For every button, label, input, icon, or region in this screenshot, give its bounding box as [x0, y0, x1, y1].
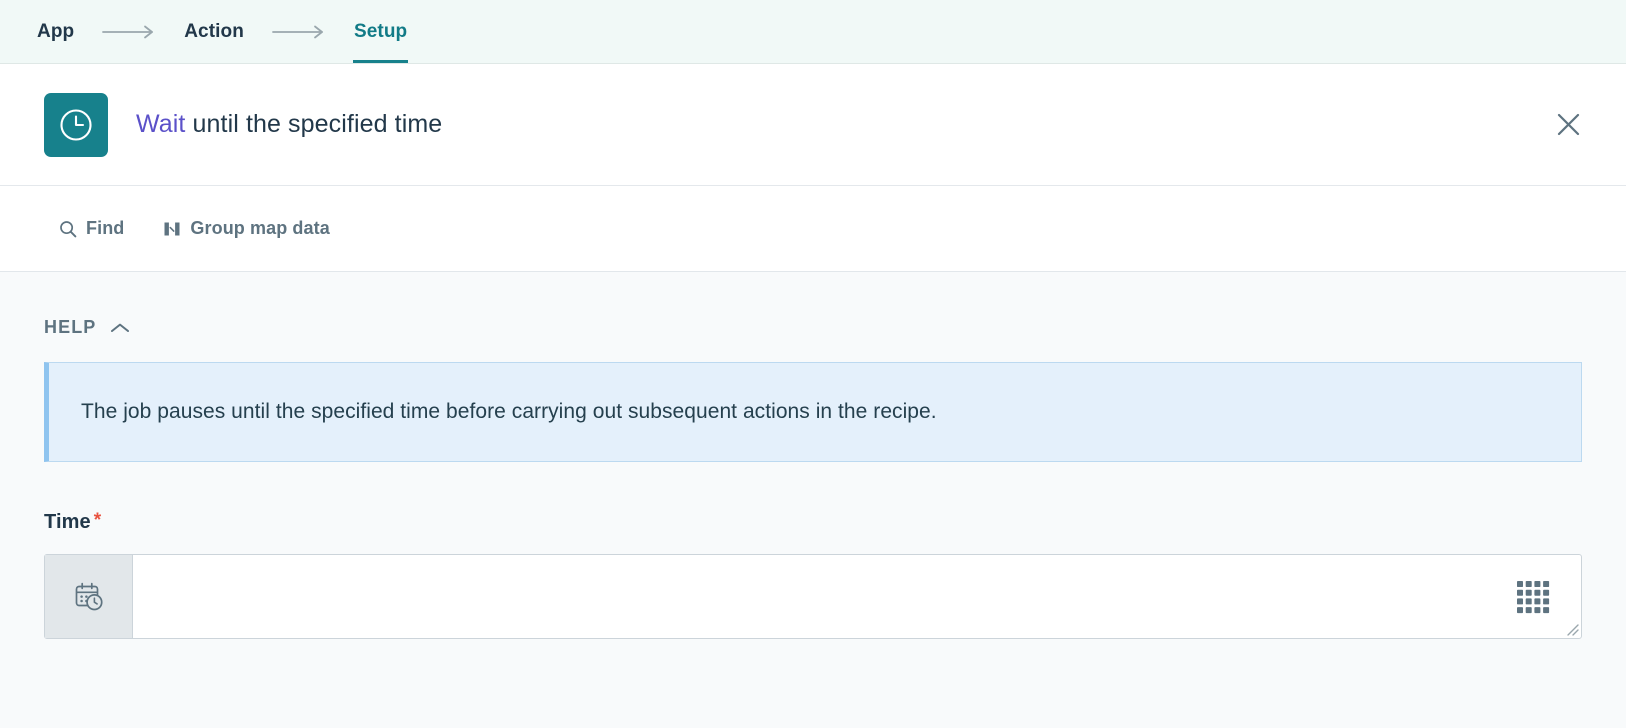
find-button-label: Find: [86, 218, 125, 238]
action-app-name: Wait: [136, 110, 186, 138]
step-tab-app-label: App: [37, 21, 75, 42]
time-field-block: Time *: [0, 511, 1626, 639]
step-tab-action[interactable]: Action: [183, 0, 245, 64]
group-map-data-button[interactable]: Group map data: [162, 212, 330, 246]
data-pills-grid-icon[interactable]: [1513, 577, 1553, 617]
close-icon[interactable]: [1548, 105, 1588, 145]
step-tab-action-label: Action: [184, 21, 244, 42]
find-button[interactable]: Find: [58, 212, 124, 246]
step-breadcrumb-nav: App Action Setup: [0, 0, 1626, 64]
group-map-data-button-label: Group map data: [190, 218, 330, 238]
help-banner: The job pauses until the specified time …: [44, 362, 1582, 462]
action-header: Wait until the specified time: [0, 64, 1626, 186]
required-marker: *: [93, 510, 102, 531]
step-tab-setup-label: Setup: [353, 21, 408, 42]
time-field-label-text: Time: [44, 511, 91, 533]
calendar-clock-icon[interactable]: [45, 555, 133, 638]
help-banner-text: The job pauses until the specified time …: [81, 400, 937, 423]
time-field-label: Time *: [44, 511, 1582, 534]
resize-handle-icon[interactable]: [1563, 620, 1579, 636]
wait-action-setup-page: App Action Setup Wait until the specifie…: [0, 0, 1626, 728]
help-section-label: HELP: [44, 317, 97, 337]
time-field-control: [44, 554, 1582, 639]
action-title-rest: until the specified time: [185, 110, 443, 138]
action-toolbar: Find Group map data: [0, 186, 1626, 272]
action-title: Wait until the specified time: [136, 110, 442, 139]
step-tab-setup[interactable]: Setup: [352, 0, 409, 64]
time-input[interactable]: [133, 555, 1581, 638]
arrow-right-icon: [75, 0, 183, 64]
search-icon: [58, 219, 77, 238]
chevron-up-icon: [110, 322, 130, 334]
step-tab-app[interactable]: App: [36, 0, 75, 64]
setup-body-panel: HELP The job pauses until the specified …: [0, 272, 1626, 728]
arrow-right-icon-2: [245, 0, 353, 64]
clock-icon: [44, 92, 108, 157]
help-section-toggle[interactable]: HELP: [0, 317, 130, 338]
group-map-data-icon: [162, 219, 181, 238]
